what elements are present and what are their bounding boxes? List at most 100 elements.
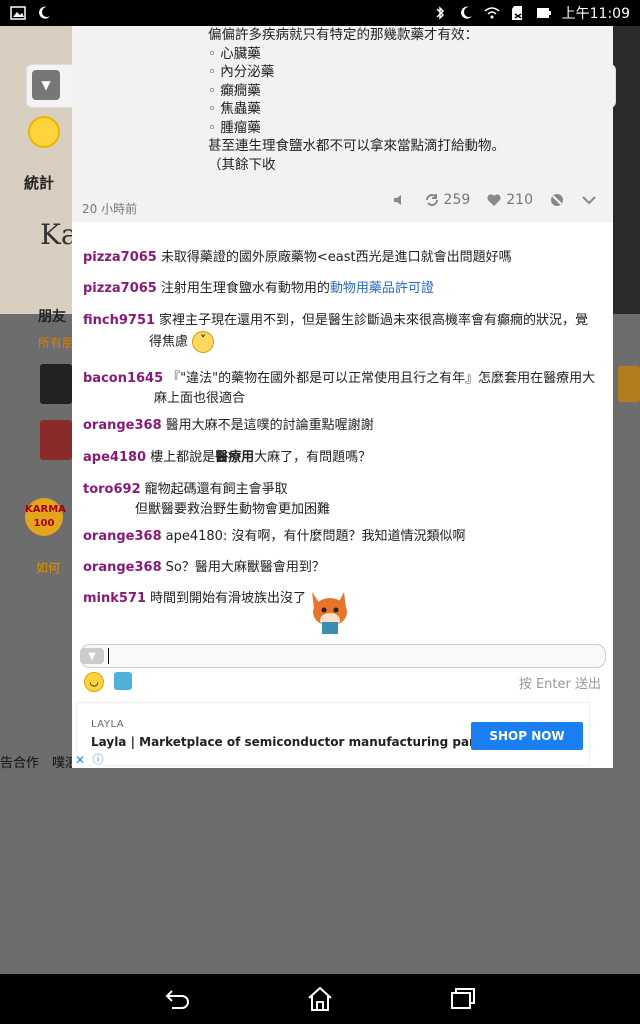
recents-icon	[451, 988, 475, 1009]
response-username[interactable]: finch9751	[83, 313, 155, 328]
response-item: finch9751 家裡主子現在還用不到，但是醫生診斷過未來很高機率會有癲癇的狀況…	[83, 311, 588, 353]
sd-card-icon	[511, 6, 522, 20]
response-text: 麻上面也很適合	[154, 391, 246, 406]
ad-banner[interactable]: LAYLA Layla | Marketplace of semiconduct…	[76, 702, 590, 766]
all-friends-link[interactable]: 所有朋	[38, 334, 74, 351]
battery-icon	[536, 8, 551, 18]
navigation-bar	[0, 974, 640, 1024]
friend-avatar[interactable]	[40, 420, 72, 460]
smiley-icon	[28, 116, 60, 148]
back-button[interactable]	[162, 983, 194, 1015]
response-text: 樓上都說是	[150, 450, 216, 465]
image-upload-icon[interactable]	[114, 672, 132, 690]
home-icon	[308, 986, 332, 1011]
response-text: 得焦慮	[149, 334, 189, 350]
recents-button[interactable]	[446, 983, 478, 1015]
response-item: orange368 So？醫用大麻獸醫會用到？	[83, 558, 325, 578]
friends-label: 朋友	[38, 309, 66, 325]
response-username[interactable]: pizza7065	[83, 281, 157, 296]
friend-avatar[interactable]	[40, 364, 72, 404]
footer-link[interactable]: 告合作	[0, 752, 39, 771]
response-text: 時間到開始有滑坡族出沒了	[150, 591, 307, 606]
response-username[interactable]: mink571	[83, 591, 146, 606]
wifi-icon	[484, 7, 500, 19]
chevron-down-icon	[582, 196, 596, 205]
karma-badge: KARMA 100	[25, 498, 66, 536]
worried-emoji-icon: ˇ	[192, 331, 215, 353]
response-text-bold: 醫療用	[215, 450, 255, 465]
fox-sticker-icon	[312, 592, 347, 634]
block-icon	[551, 194, 563, 206]
stats-label: 統計	[24, 174, 55, 192]
response-username[interactable]: pizza7065	[83, 250, 157, 265]
howto-link[interactable]: 如何	[36, 559, 60, 576]
karma-value: 100	[33, 518, 55, 529]
block-button[interactable]	[549, 192, 565, 208]
post-line: ◦ 焦蟲藥	[208, 101, 261, 117]
response-item: pizza7065 注射用生理食鹽水有動物用的動物用藥品許可證	[83, 279, 434, 299]
text-cursor	[108, 648, 109, 664]
response-item: ape4180 樓上都說是醫療用大麻了，有問題嗎？	[83, 448, 371, 468]
moon-icon	[39, 6, 50, 19]
post-line: （其餘下收	[208, 156, 276, 173]
response-text: 注射用生理食鹽水有動物用的	[160, 281, 330, 296]
response-text: 大麻了，有問題嗎？	[254, 450, 372, 465]
post-line: ◦ 內分泌藥	[208, 64, 275, 80]
post-actions: 259 210	[392, 192, 597, 208]
qualifier-dropdown[interactable]: ▼	[80, 648, 104, 664]
post-line: 甚至連生理食鹽水都不可以拿來當點滴打給動物。	[208, 138, 505, 154]
post-line: ◦ 腫瘤藥	[208, 119, 261, 136]
mute-button[interactable]	[392, 192, 408, 208]
response-text: 未取得藥證的國外原廠藥物<east西光是進口就會出問題好嗎	[160, 250, 512, 265]
ad-info-icon[interactable]: ⓘ	[90, 752, 106, 768]
clock: 上午11:09	[561, 6, 630, 22]
response-input[interactable]	[80, 644, 606, 668]
karma-label: KARMA	[25, 504, 66, 515]
response-username[interactable]: toro692	[83, 482, 141, 497]
ad-close-icon[interactable]: ✕	[72, 752, 88, 768]
response-item: orange368 醫用大麻不是這噗的討論重點喔謝謝	[83, 416, 374, 436]
like-button[interactable]: 210	[486, 192, 533, 208]
response-username[interactable]: orange368	[83, 418, 162, 433]
response-username[interactable]: ape4180	[83, 450, 146, 465]
back-icon	[165, 990, 189, 1009]
response-link[interactable]: 動物用藥品許可證	[330, 281, 434, 296]
response-username[interactable]: bacon1645	[83, 371, 163, 386]
heart-icon	[487, 194, 501, 206]
response-item: pizza7065 未取得藥證的國外原廠藥物<east西光是進口就會出問題好嗎	[83, 248, 512, 268]
response-username[interactable]: orange368	[83, 529, 162, 544]
send-hint: 按 Enter 送出	[518, 677, 601, 692]
shop-now-button[interactable]: SHOP NOW	[471, 722, 583, 750]
response-item: mink571 時間到開始有滑坡族出沒了	[83, 589, 306, 609]
chevron-down-icon: ▼	[32, 70, 60, 100]
ad-text[interactable]: Layla | Marketplace of semiconductor man…	[91, 735, 488, 749]
replurk-button[interactable]: 259	[424, 192, 471, 208]
replurk-count: 259	[443, 192, 471, 208]
more-button[interactable]	[581, 192, 597, 208]
friend-avatar[interactable]	[618, 366, 640, 402]
ad-brand: LAYLA	[91, 719, 125, 730]
bluetooth-icon	[436, 6, 444, 20]
emoticon-button[interactable]: ◡	[84, 672, 104, 692]
response-item: toro692 寵物起碼還有飼主會爭取 但獸醫要救治野生動物會更加困難	[83, 480, 330, 520]
moon-icon	[460, 6, 472, 19]
response-text: 家裡主子現在還用不到，但是醫生診斷過未來很高機率會有癲癇的狀況，覺	[159, 313, 589, 328]
post-content: 偏偏許多疾病就只有特定的那幾款藥才有效： ◦ 心臟藥 ◦ 內分泌藥 ◦ 癲癇藥 …	[208, 26, 608, 174]
response-username[interactable]: orange368	[83, 560, 162, 575]
response-text: 寵物起碼還有飼主會爭取	[144, 482, 288, 497]
post-time: 20 小時前	[82, 202, 138, 216]
response-item: bacon1645 『"違法"的藥物在國外都是可以正常使用且行之有年』怎麼套用在醫…	[83, 369, 595, 409]
post-line: ◦ 心臟藥	[208, 45, 261, 62]
plurk-post: 偏偏許多疾病就只有特定的那幾款藥才有效： ◦ 心臟藥 ◦ 內分泌藥 ◦ 癲癇藥 …	[72, 26, 613, 222]
post-line: 偏偏許多疾病就只有特定的那幾款藥才有效：	[208, 27, 478, 43]
home-button[interactable]	[304, 983, 336, 1015]
image-notification-icon	[10, 6, 26, 20]
like-count: 210	[506, 192, 533, 208]
response-text: 但獸醫要救治野生動物會更加困難	[135, 502, 331, 517]
response-text: ape4180: 沒有啊，有什麼問題？我知道情況類似啊	[165, 529, 466, 544]
plurk-popup: 偏偏許多疾病就只有特定的那幾款藥才有效： ◦ 心臟藥 ◦ 內分泌藥 ◦ 癲癇藥 …	[72, 26, 613, 768]
post-line: ◦ 癲癇藥	[208, 82, 261, 99]
response-text: 醫用大麻不是這噗的討論重點喔謝謝	[165, 418, 374, 433]
response-item: orange368 ape4180: 沒有啊，有什麼問題？我知道情況類似啊	[83, 527, 465, 547]
replurk-icon	[425, 194, 438, 206]
